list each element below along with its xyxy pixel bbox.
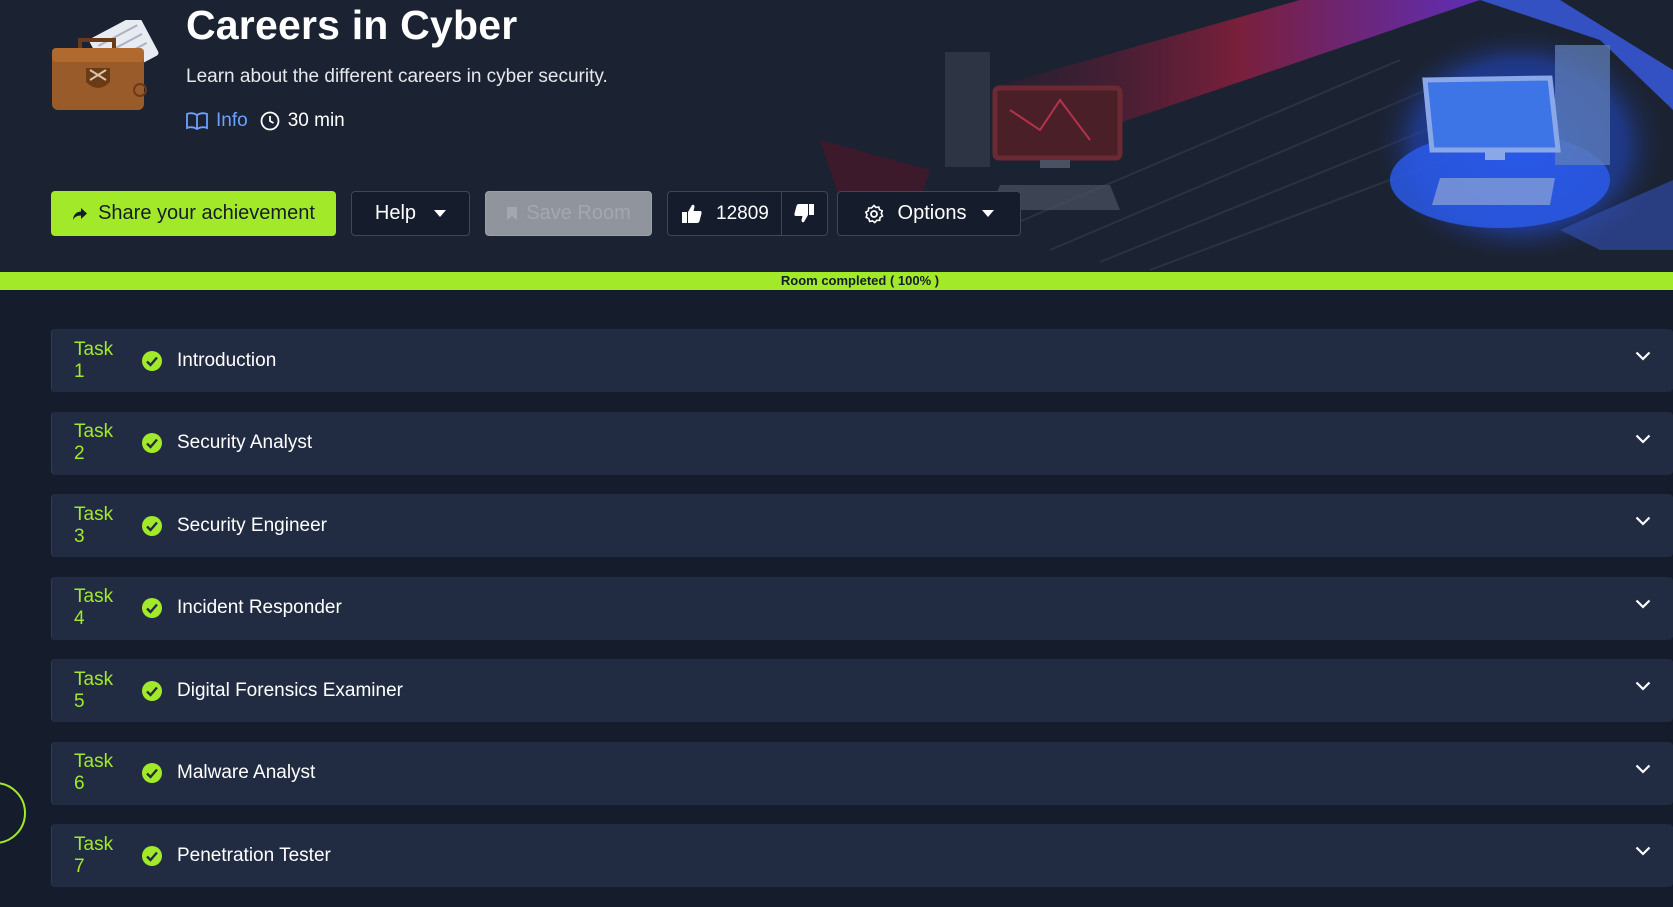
task-number: Task 4 [74, 586, 114, 629]
chevron-down-icon[interactable] [1635, 846, 1651, 856]
task-title: Digital Forensics Examiner [177, 679, 403, 701]
task-item[interactable]: Task 4 Incident Responder [51, 576, 1673, 640]
task-item[interactable]: Task 6 Malware Analyst [51, 741, 1673, 805]
task-item[interactable]: Task 1 Introduction [51, 329, 1673, 392]
chevron-down-icon[interactable] [1635, 681, 1651, 691]
check-circle-icon [142, 598, 162, 618]
floating-action-button[interactable] [0, 782, 26, 844]
options-dropdown-button[interactable]: Options [837, 191, 1021, 236]
task-title: Security Analyst [177, 432, 313, 453]
task-item[interactable]: Task 5 Digital Forensics Examiner [51, 659, 1673, 722]
task-list: Task 1 Introduction Task 2 Security Anal… [51, 329, 1673, 907]
caret-down-icon [982, 209, 995, 217]
task-number: Task 6 [74, 751, 114, 794]
task-title: Introduction [177, 349, 277, 371]
thumbs-down-icon [794, 204, 815, 223]
info-link[interactable]: Info [186, 110, 248, 132]
gear-icon [864, 203, 884, 224]
task-number: Task 5 [74, 668, 114, 712]
check-circle-icon [142, 680, 162, 701]
check-circle-icon [142, 350, 162, 371]
task-number: Task 1 [74, 338, 114, 382]
chevron-down-icon[interactable] [1635, 516, 1651, 526]
help-dropdown-button[interactable]: Help [351, 191, 470, 236]
room-progress-bar: Room completed ( 100% ) [0, 272, 1673, 290]
info-label: Info [216, 110, 248, 131]
task-item[interactable]: Task 3 Security Engineer [51, 494, 1673, 557]
briefcase-icon [52, 20, 159, 110]
share-icon [73, 207, 88, 220]
task-number: Task 2 [74, 421, 114, 464]
task-number: Task 3 [74, 503, 114, 547]
save-label: Save Room [526, 202, 631, 224]
duration-label: 30 min [287, 110, 345, 131]
bookmark-icon [507, 207, 518, 220]
check-circle-icon [142, 845, 162, 866]
vote-group: 12809 [667, 191, 828, 236]
save-room-button[interactable]: Save Room [485, 191, 652, 236]
room-meta: Info 30 min [186, 110, 345, 132]
room-description: Learn about the different careers in cyb… [186, 66, 608, 87]
options-label: Options [897, 202, 967, 224]
book-icon [186, 112, 208, 130]
help-label: Help [374, 202, 417, 224]
chevron-down-icon[interactable] [1635, 434, 1651, 444]
downvote-button[interactable] [782, 192, 827, 235]
task-title: Malware Analyst [177, 762, 316, 783]
progress-label: Room completed ( 100% ) [780, 273, 940, 288]
room-title: Careers in Cyber [186, 2, 518, 48]
caret-down-icon [434, 209, 447, 217]
task-item[interactable]: Task 7 Penetration Tester [51, 824, 1673, 887]
task-item[interactable]: Task 2 Security Analyst [51, 411, 1673, 475]
share-achievement-button[interactable]: Share your achievement [51, 191, 336, 236]
clock-icon [260, 111, 280, 131]
check-circle-icon [142, 763, 162, 783]
task-title: Incident Responder [177, 597, 342, 618]
share-label: Share your achievement [98, 202, 315, 224]
room-header: Careers in Cyber Learn about the differe… [0, 0, 1673, 272]
thumbs-up-icon [682, 204, 702, 223]
check-circle-icon [142, 433, 162, 453]
task-title: Penetration Tester [177, 844, 331, 866]
chevron-down-icon[interactable] [1635, 764, 1651, 774]
task-title: Security Engineer [177, 514, 327, 536]
task-number: Task 7 [74, 833, 114, 877]
chevron-down-icon[interactable] [1635, 351, 1651, 361]
upvote-count: 12809 [716, 202, 769, 224]
check-circle-icon [142, 515, 162, 536]
upvote-button[interactable]: 12809 [668, 192, 782, 235]
chevron-down-icon[interactable] [1635, 599, 1651, 609]
duration: 30 min [260, 110, 345, 132]
